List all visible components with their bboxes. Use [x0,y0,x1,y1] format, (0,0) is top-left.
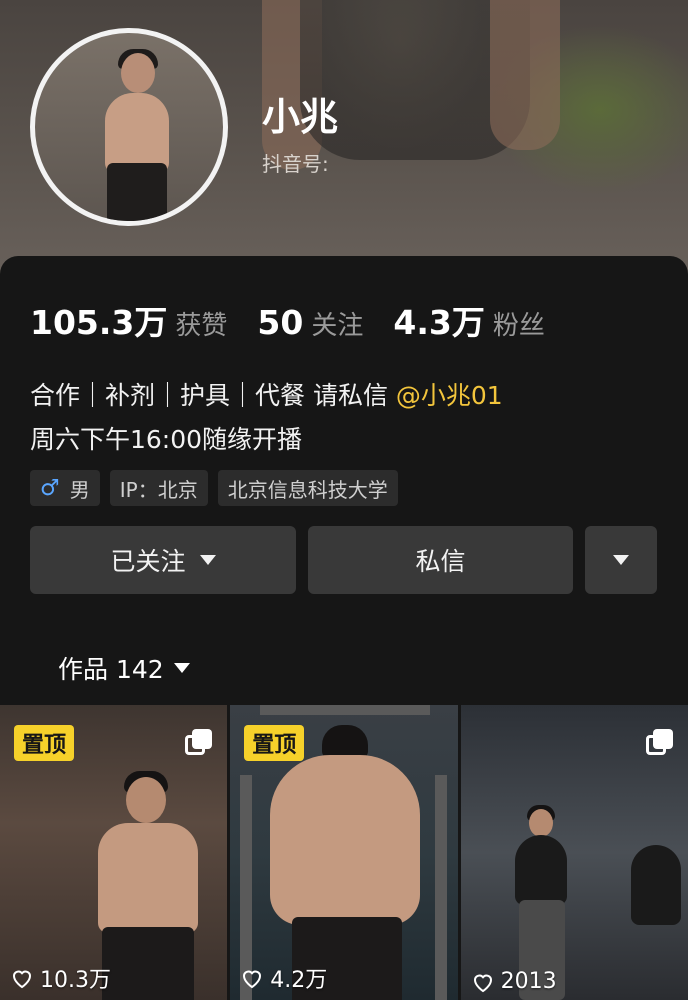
video-thumbnail[interactable]: 2013 [460,705,688,1000]
bio-line-1: 合作｜补剂｜护具｜代餐 请私信 [30,381,396,410]
stats-row: 105.3万 获赞 50 关注 4.3万 粉丝 [30,296,575,344]
video-thumbnail[interactable]: 置顶 10.3万 [0,705,228,1000]
pinned-badge: 置顶 [14,725,75,761]
tab-works[interactable]: 作品 142 [58,650,190,686]
bio-mention-link[interactable]: @小兆01 [396,381,503,410]
followers-label[interactable]: 粉丝 [493,305,545,342]
school-tag[interactable]: 北京信息科技大学 [217,470,398,506]
video-thumbnail[interactable]: 置顶 4.2万 [230,705,458,1000]
following-count: 50 [257,303,304,342]
avatar[interactable] [30,28,228,226]
profile-tags: ♂ 男 IP：北京 北京信息科技大学 [30,470,398,506]
video-likes: 10.3万 [10,962,111,994]
video-likes-count: 4.2万 [270,968,328,993]
multi-image-icon [185,729,213,757]
followed-button-label: 已关注 [110,547,186,576]
gender-tag: ♂ 男 [30,470,100,506]
message-button-label: 私信 [415,547,466,576]
profile-name: 小兆 [262,95,339,139]
more-options-button[interactable] [585,526,657,594]
following-label[interactable]: 关注 [311,305,363,342]
bio-line-2: 周六下午16:00随缘开播 [30,425,303,454]
followers-count: 4.3万 [393,303,485,342]
video-likes-count: 10.3万 [40,968,111,993]
ip-tag: IP：北京 [109,470,208,506]
works-tab-label: 作品 142 [58,655,164,684]
bio: 合作｜补剂｜护具｜代餐 请私信 @小兆01 周六下午16:00随缘开播 [30,374,503,462]
pinned-badge: 置顶 [244,725,305,761]
video-likes: 2013 [471,969,557,994]
gender-label: 男 [69,477,90,502]
followed-button[interactable]: 已关注 [30,526,296,594]
heart-icon [12,970,32,989]
profile-card: 105.3万 获赞 50 关注 4.3万 粉丝 合作｜补剂｜护具｜代餐 请私信 … [0,256,688,706]
likes-label[interactable]: 获赞 [175,305,227,342]
heart-icon [243,970,262,989]
video-likes: 4.2万 [240,962,327,994]
likes-count: 105.3万 [30,303,168,342]
heart-icon [473,974,492,992]
chevron-down-icon [173,663,190,673]
multi-image-icon [645,729,674,757]
chevron-down-icon [199,555,216,565]
chevron-down-icon [613,555,629,565]
message-button[interactable]: 私信 [308,526,573,594]
works-grid: 置顶 10.3万 置顶 4.2万 2013 [0,705,688,1000]
douyin-id-label: 抖音号: [262,152,329,176]
video-likes-count: 2013 [500,969,557,994]
male-icon: ♂ [40,475,60,501]
